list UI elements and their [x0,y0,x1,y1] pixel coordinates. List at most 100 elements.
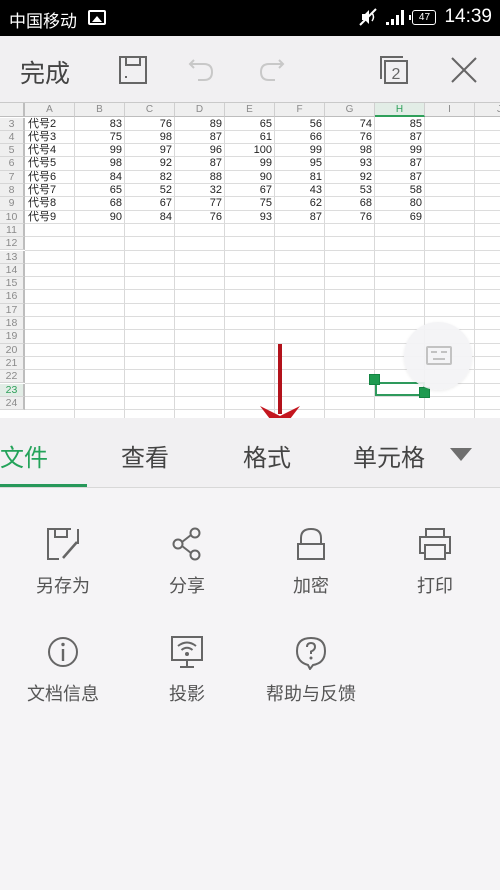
tab-view[interactable]: 查看 [121,438,169,473]
cell-b3[interactable]: 83 [75,118,125,131]
cell-d8[interactable]: 32 [175,184,225,197]
cell-b5[interactable]: 99 [75,144,125,157]
cell-g5[interactable]: 98 [325,144,375,157]
row-header-19[interactable]: 19 [0,330,25,344]
document-info-button[interactable]: 文档信息 [3,634,123,724]
cell-c8[interactable]: 52 [125,184,175,197]
cell-h3[interactable]: 85 [375,118,425,131]
cell-h10[interactable]: 69 [375,211,425,224]
cell-a7[interactable]: 代号6 [25,171,75,184]
cell-e4[interactable]: 61 [225,131,275,144]
cell-d10[interactable]: 76 [175,211,225,224]
row-header-22[interactable]: 22 [0,370,25,384]
save-as-button[interactable]: 另存为 [3,526,123,616]
cell-g4[interactable]: 76 [325,131,375,144]
row-header-3[interactable]: 3 [0,117,25,131]
row-header-23[interactable]: 23 [0,383,25,397]
column-header-c[interactable]: C [125,103,175,117]
cell-d6[interactable]: 87 [175,157,225,170]
projection-button[interactable]: 投影 [127,634,247,724]
cell-e8[interactable]: 67 [225,184,275,197]
cell-g7[interactable]: 92 [325,171,375,184]
share-button[interactable]: 分享 [127,526,247,616]
print-button[interactable]: 打印 [375,526,495,616]
cell-f10[interactable]: 87 [275,211,325,224]
cell-c3[interactable]: 76 [125,118,175,131]
tab-file[interactable]: 文件 [0,438,48,473]
selection-start-handle[interactable] [369,374,380,385]
tab-cell[interactable]: 单元格 [353,438,425,473]
cell-h7[interactable]: 87 [375,171,425,184]
cell-selection-box[interactable] [375,382,425,396]
cell-e10[interactable]: 93 [225,211,275,224]
column-header-i[interactable]: I [425,103,475,117]
window-switch-icon[interactable]: 2 [378,54,410,86]
cell-h4[interactable]: 87 [375,131,425,144]
row-header-8[interactable]: 8 [0,184,25,198]
help-feedback-button[interactable]: 帮助与反馈 [251,634,371,724]
row-header-4[interactable]: 4 [0,130,25,145]
cell-c9[interactable]: 67 [125,197,175,210]
column-header-g[interactable]: G [325,103,375,117]
cell-b8[interactable]: 65 [75,184,125,197]
cell-g10[interactable]: 76 [325,211,375,224]
column-header-e[interactable]: E [225,103,275,117]
cell-h9[interactable]: 80 [375,197,425,210]
done-button[interactable]: 完成 [20,54,70,90]
cell-f8[interactable]: 43 [275,184,325,197]
cell-a5[interactable]: 代号4 [25,144,75,157]
cell-b9[interactable]: 68 [75,197,125,210]
keyboard-toggle-button[interactable] [404,322,472,390]
row-header-9[interactable]: 9 [0,197,25,211]
row-header-14[interactable]: 14 [0,263,25,278]
cell-a8[interactable]: 代号7 [25,184,75,197]
column-header-b[interactable]: B [75,103,125,117]
row-header-6[interactable]: 6 [0,157,25,171]
cell-d5[interactable]: 96 [175,144,225,157]
tab-format[interactable]: 格式 [243,438,291,473]
close-icon[interactable] [448,54,480,86]
cell-a9[interactable]: 代号8 [25,197,75,210]
cell-d4[interactable]: 87 [175,131,225,144]
row-header-15[interactable]: 15 [0,277,25,291]
cell-c10[interactable]: 84 [125,211,175,224]
cell-c7[interactable]: 82 [125,171,175,184]
cell-e6[interactable]: 99 [225,157,275,170]
cell-c4[interactable]: 98 [125,131,175,144]
row-header-5[interactable]: 5 [0,144,25,158]
row-header-16[interactable]: 16 [0,290,25,304]
cell-f3[interactable]: 56 [275,118,325,131]
cell-e5[interactable]: 100 [225,144,275,157]
row-header-7[interactable]: 7 [0,170,25,184]
redo-icon[interactable] [255,54,287,86]
row-header-12[interactable]: 12 [0,237,25,251]
cell-a6[interactable]: 代号5 [25,157,75,170]
cell-f6[interactable]: 95 [275,157,325,170]
cell-e7[interactable]: 90 [225,171,275,184]
cell-b4[interactable]: 75 [75,131,125,144]
cell-e9[interactable]: 75 [225,197,275,210]
cell-a3[interactable]: 代号2 [25,118,75,131]
row-header-11[interactable]: 11 [0,223,25,238]
cell-e3[interactable]: 65 [225,118,275,131]
dropdown-triangle-icon[interactable] [450,448,472,461]
column-header-f[interactable]: F [275,103,325,117]
select-all-corner[interactable] [0,103,25,117]
undo-icon[interactable] [186,54,218,86]
row-header-20[interactable]: 20 [0,343,25,357]
cell-b7[interactable]: 84 [75,171,125,184]
cell-h5[interactable]: 99 [375,144,425,157]
encrypt-button[interactable]: 加密 [251,526,371,616]
cell-h6[interactable]: 87 [375,157,425,170]
row-header-10[interactable]: 10 [0,210,25,224]
cell-d3[interactable]: 89 [175,118,225,131]
cell-f9[interactable]: 62 [275,197,325,210]
row-header-17[interactable]: 17 [0,303,25,317]
column-header-a[interactable]: A [25,103,75,117]
cell-a4[interactable]: 代号3 [25,131,75,144]
cell-h8[interactable]: 58 [375,184,425,197]
cell-g6[interactable]: 93 [325,157,375,170]
cell-f7[interactable]: 81 [275,171,325,184]
row-header-13[interactable]: 13 [0,250,25,264]
cell-f4[interactable]: 66 [275,131,325,144]
